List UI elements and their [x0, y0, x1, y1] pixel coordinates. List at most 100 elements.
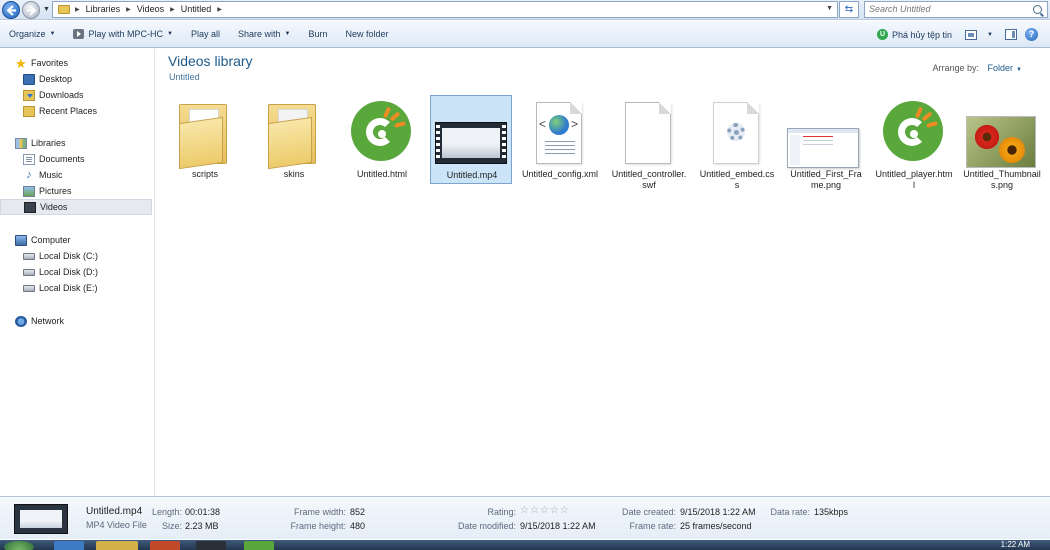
file-item-untitled-html[interactable]: Untitled.html: [341, 95, 423, 184]
file-name: Untitled_Thumbnails.png: [963, 169, 1041, 190]
folder-icon: [58, 5, 70, 14]
file-item-untitled-controller-swf[interactable]: Untitled_controller.swf: [608, 95, 690, 190]
frame-width-label: Frame width:: [293, 507, 346, 517]
uninstall-button[interactable]: U Phá hủy tệp tin: [868, 21, 961, 48]
rating-label: Rating:: [487, 507, 516, 517]
nav-libraries[interactable]: Libraries: [0, 135, 152, 151]
view-icon: [965, 29, 978, 40]
taskbar-app-button[interactable]: [150, 541, 180, 550]
nav-network[interactable]: Network: [0, 313, 152, 329]
hard-disk-icon: [23, 268, 35, 276]
nav-computer-label: Computer: [31, 235, 71, 245]
search-box[interactable]: [864, 1, 1048, 18]
burn-button[interactable]: Burn: [299, 21, 336, 47]
computer-icon: [15, 234, 27, 246]
preview-pane-icon[interactable]: [1005, 29, 1017, 40]
file-name: Untitled.html: [356, 169, 408, 179]
nav-disk-e[interactable]: Local Disk (E:): [0, 280, 152, 296]
nav-disk-c[interactable]: Local Disk (C:): [0, 248, 152, 264]
taskbar-explorer-button[interactable]: [96, 541, 138, 550]
search-input[interactable]: [869, 4, 1019, 14]
pictures-icon: [23, 185, 35, 197]
file-item-untitled-thumbnails-png[interactable]: Untitled_Thumbnails.png: [961, 95, 1043, 190]
help-icon[interactable]: ?: [1025, 28, 1038, 41]
file-item-skins[interactable]: skins: [253, 95, 335, 184]
nav-favorites[interactable]: ★ Favorites: [0, 55, 152, 71]
chevron-right-icon[interactable]: ▶: [75, 6, 80, 13]
video-thumbnail-icon: [435, 99, 507, 171]
arrange-by-dropdown[interactable]: Folder ▼: [988, 63, 1022, 73]
play-with-button[interactable]: Play with MPC-HC ▼: [64, 21, 181, 47]
nav-videos[interactable]: Videos: [0, 199, 152, 215]
share-with-button[interactable]: Share with ▼: [229, 21, 299, 47]
address-box[interactable]: ▶ Libraries ▶ Videos ▶ Untitled ▶ ▼: [52, 1, 838, 18]
recent-pages-dropdown[interactable]: ▼: [43, 6, 50, 13]
chevron-right-icon[interactable]: ▶: [217, 6, 222, 13]
downloads-icon: [23, 89, 35, 101]
data-rate-label: Data rate:: [770, 507, 810, 517]
file-item-untitled-embed-css[interactable]: Untitled_embed.css: [696, 95, 778, 190]
nav-computer[interactable]: Computer: [0, 232, 152, 248]
taskbar-app-button[interactable]: [244, 541, 274, 550]
videos-icon: [24, 201, 36, 213]
breadcrumb-videos[interactable]: Videos: [137, 4, 164, 14]
date-created-label: Date created:: [621, 507, 676, 517]
green-c-logo-icon: [350, 98, 412, 170]
file-name: scripts: [191, 169, 218, 179]
start-button[interactable]: [4, 541, 34, 550]
data-rate-value: 135kbps: [814, 507, 849, 517]
hard-disk-icon: [23, 284, 35, 292]
nav-libraries-label: Libraries: [31, 138, 66, 148]
length-value: 00:01:38: [185, 507, 221, 517]
nav-desktop-label: Desktop: [39, 74, 73, 84]
taskbar-ie-button[interactable]: [54, 541, 84, 550]
css-document-icon: [705, 98, 767, 170]
details-pane: Untitled.mp4 MP4 Video File Length: 00:0…: [0, 496, 1050, 539]
new-folder-button[interactable]: New folder: [336, 21, 397, 47]
desktop-icon: [23, 73, 35, 85]
library-subtitle: Untitled: [169, 72, 200, 82]
chevron-down-icon[interactable]: ▼: [987, 32, 993, 38]
file-item-untitled-player-html[interactable]: Untitled_player.html: [873, 95, 955, 190]
size-value: 2.23 MB: [185, 521, 219, 531]
rating-stars[interactable]: ☆☆☆☆☆: [520, 505, 570, 516]
breadcrumb-untitled[interactable]: Untitled: [181, 4, 212, 14]
refresh-button[interactable]: ⇆: [839, 1, 859, 18]
nav-downloads[interactable]: Downloads: [0, 87, 152, 103]
file-item-untitled-mp4[interactable]: Untitled.mp4: [430, 95, 512, 184]
breadcrumb-libraries[interactable]: Libraries: [86, 4, 121, 14]
nav-desktop[interactable]: Desktop: [0, 71, 152, 87]
organize-button[interactable]: Organize ▼: [0, 21, 64, 47]
nav-pictures-label: Pictures: [39, 186, 72, 196]
nav-recent-places[interactable]: Recent Places: [0, 103, 152, 119]
green-c-logo-icon: [882, 98, 944, 170]
date-modified-label: Date modified:: [457, 521, 516, 531]
burn-label: Burn: [308, 29, 328, 39]
back-button[interactable]: [2, 1, 20, 19]
address-history-dropdown[interactable]: ▼: [826, 5, 833, 12]
folder-icon: [173, 98, 235, 170]
taskbar-clock[interactable]: 1:22 AM: [1001, 540, 1030, 549]
file-item-untitled-config-xml[interactable]: < > Untitled_config.xml: [519, 95, 601, 184]
video-thumbnail-icon: [14, 504, 68, 534]
nav-documents[interactable]: Documents: [0, 151, 152, 167]
nav-pictures[interactable]: Pictures: [0, 183, 152, 199]
nav-favorites-label: Favorites: [31, 58, 69, 68]
screenshot-thumbnail-icon: [787, 98, 859, 170]
nav-disk-d[interactable]: Local Disk (D:): [0, 264, 152, 280]
file-name: Untitled.mp4: [446, 170, 498, 180]
change-view-button[interactable]: ▼: [961, 21, 997, 48]
chevron-down-icon: ▼: [1016, 67, 1022, 73]
navigation-pane: ★ Favorites Desktop Downloads Recent Plac…: [0, 49, 155, 496]
taskbar-app-button[interactable]: [196, 541, 226, 550]
nav-disk-c-label: Local Disk (C:): [39, 251, 99, 261]
chevron-right-icon[interactable]: ▶: [170, 6, 175, 13]
file-item-scripts[interactable]: scripts: [164, 95, 246, 184]
nav-music-label: Music: [39, 170, 63, 180]
file-item-untitled-first-frame-png[interactable]: Untitled_First_Frame.png: [785, 95, 867, 190]
chevron-right-icon[interactable]: ▶: [126, 6, 131, 13]
nav-music[interactable]: ♪ Music: [0, 167, 152, 183]
forward-button[interactable]: [22, 1, 40, 19]
search-icon[interactable]: [1033, 5, 1042, 14]
play-all-button[interactable]: Play all: [182, 21, 229, 47]
